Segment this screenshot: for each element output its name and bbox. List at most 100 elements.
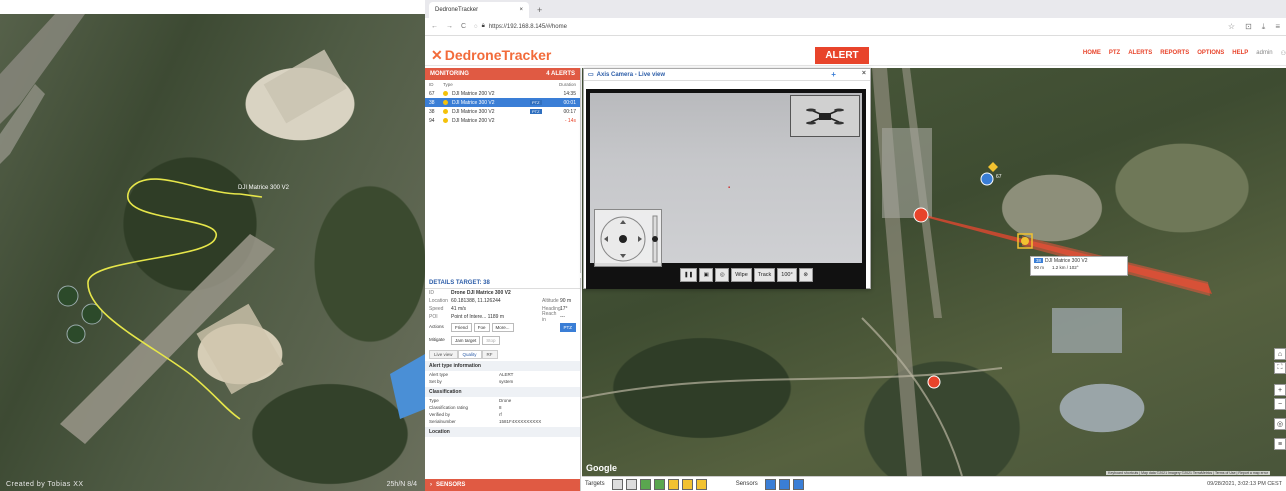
foe-button[interactable]: Foe <box>473 323 490 332</box>
target-row[interactable]: 67 DJI Matrice 200 V2 14:35 <box>425 89 580 98</box>
extensions-icon[interactable]: ⊡ <box>1245 22 1252 32</box>
ptz-button[interactable]: PTZ <box>559 323 576 332</box>
back-icon[interactable]: ← <box>431 23 438 30</box>
info-row: Classification rating 8 <box>425 404 580 411</box>
target-row-selected[interactable]: 38 DJI Matrice 300 V2 PTZ 00:01 <box>425 98 580 107</box>
poi-value: Point of Intere... 1189 m <box>451 314 504 320</box>
ptz-badge: PTZ <box>530 100 542 105</box>
zoom-out-button[interactable]: − <box>1274 398 1286 410</box>
menu-icon[interactable]: ≡ <box>1275 22 1280 32</box>
target-row[interactable]: 38 DJI Matrice 300 V2 PTZ 00:17 <box>425 107 580 116</box>
mitigate-label: Mitigate <box>429 337 445 342</box>
speed-value: 41 m/s <box>451 306 467 312</box>
target-id: 67 <box>429 90 435 97</box>
target-filter-toggle[interactable] <box>611 478 623 490</box>
reload-icon[interactable]: C <box>461 23 466 30</box>
browser-window: DedroneTracker × + ← → C ◌ 🔒︎ https://19… <box>425 0 1286 491</box>
info-key: Alert type <box>429 372 449 377</box>
nav-options[interactable]: OPTIONS <box>1197 50 1224 57</box>
ptz-joystick[interactable] <box>594 209 662 267</box>
info-key: Set by <box>429 379 442 384</box>
monitoring-panel: MONITORING 4 ALERTS ID Type Duration 67 … <box>425 68 581 273</box>
map-attribution[interactable]: Keyboard shortcuts | Map data ©2021 Imag… <box>1106 471 1270 475</box>
target-filter-toggle[interactable] <box>695 478 707 490</box>
settings-button[interactable]: ⊗ <box>798 268 813 282</box>
close-icon[interactable]: × <box>862 70 866 79</box>
nav-home[interactable]: HOME <box>1083 50 1101 57</box>
layers-icon[interactable]: ≡ <box>1274 438 1286 450</box>
target-type: DJI Matrice 200 V2 <box>452 117 495 124</box>
aerial-photo: DJI Matrice 300 V2 Created by Tobias XX … <box>0 14 425 491</box>
fov-button[interactable]: 100° <box>777 268 797 282</box>
info-row: Alert type ALERT <box>425 371 580 378</box>
target-type: DJI Matrice 300 V2 <box>452 108 495 115</box>
target-filter-toggle[interactable] <box>653 478 665 490</box>
alert-section-title: Alert type information <box>425 361 580 371</box>
sensor-filter-toggle[interactable] <box>778 478 790 490</box>
browser-tab[interactable]: DedroneTracker × <box>429 2 529 18</box>
drone-tooltip[interactable]: 38 DJI Matrice 300 V2 90 m 1.2 km / 102° <box>1030 256 1128 276</box>
new-tab-button[interactable]: + <box>537 2 542 18</box>
fullscreen-icon[interactable]: ⛶ <box>1274 362 1286 374</box>
more-button[interactable]: More... <box>491 323 514 332</box>
add-icon[interactable]: + <box>831 70 836 79</box>
aerial-credit: 25h/N 8/4 <box>386 481 417 488</box>
zoom-in-button[interactable]: + <box>1274 384 1286 396</box>
target-filter-toggle[interactable] <box>625 478 637 490</box>
sensors-panel-header[interactable]: › SENSORS <box>425 479 580 491</box>
home-icon[interactable]: ⌂ <box>1274 348 1286 360</box>
track-button[interactable]: Track <box>753 268 776 282</box>
url-bar: ← → C ◌ 🔒︎ https://192.168.8.145/#/home … <box>425 18 1286 36</box>
app-logo[interactable]: ✕ DedroneTracker <box>431 47 551 64</box>
screenshot-root: DJI Matrice 300 V2 Created by Tobias XX … <box>0 0 1286 491</box>
locate-icon[interactable]: ◎ <box>1274 418 1286 430</box>
col-id[interactable]: ID <box>429 82 443 87</box>
sensor-filter-toggle[interactable] <box>792 478 804 490</box>
address-field[interactable]: ◌ 🔒︎ https://192.168.8.145/#/home <box>474 21 994 33</box>
nav-alerts[interactable]: ALERTS <box>1128 50 1152 57</box>
alert-button[interactable]: ALERT <box>815 47 869 64</box>
friend-button[interactable]: Friend <box>451 323 472 332</box>
star-icon[interactable]: ☆ <box>1228 22 1235 32</box>
col-duration[interactable]: Duration <box>559 82 576 87</box>
monitoring-header[interactable]: MONITORING 4 ALERTS <box>425 68 580 80</box>
nav-reports[interactable]: REPORTS <box>1160 50 1189 57</box>
user-icon[interactable]: ⚇ <box>1281 50 1286 57</box>
target-filter-toggle[interactable] <box>639 478 651 490</box>
target-id: 38 <box>429 99 435 106</box>
target-filter-toggle[interactable] <box>667 478 679 490</box>
tooltip-altitude: 90 m <box>1034 265 1045 270</box>
info-value: 8 <box>499 405 502 410</box>
classification-section-title: Classification <box>425 387 580 397</box>
sensor-filter-toggle[interactable] <box>764 478 776 490</box>
nav-help[interactable]: HELP <box>1232 50 1248 57</box>
camera-video[interactable]: ▪ <box>590 93 862 267</box>
chevron-right-icon: › <box>430 482 432 488</box>
user-menu[interactable]: admin <box>1256 50 1272 57</box>
pause-button[interactable]: ❚❚ <box>680 268 698 282</box>
location-section-title: Location <box>425 427 580 437</box>
info-key: Verified by <box>429 412 451 417</box>
col-type[interactable]: Type <box>443 82 533 87</box>
target-type: DJI Matrice 300 V2 <box>452 99 495 106</box>
snapshot-button[interactable]: ▣ <box>699 268 714 282</box>
tab-rf[interactable]: RF <box>481 350 498 359</box>
info-value: Drone <box>499 398 512 403</box>
nav-ptz[interactable]: PTZ <box>1109 50 1120 57</box>
download-icon[interactable]: ⤓ <box>1262 22 1266 32</box>
details-subtabs: Live view Quality RF <box>429 350 576 359</box>
target-row[interactable]: 94 DJI Matrice 200 V2 - 14s <box>425 116 580 125</box>
close-icon[interactable]: × <box>519 7 523 13</box>
target-filter-toggle[interactable] <box>681 478 693 490</box>
bottom-status-bar: Targets Sensors 09/28/2021, 3:02:13 PM C… <box>582 476 1286 491</box>
stop-button[interactable]: Stop <box>482 336 500 345</box>
wipe-button[interactable]: Wipe <box>731 268 752 282</box>
record-button[interactable]: ◎ <box>715 268 730 282</box>
drone-status-icon <box>443 100 448 105</box>
tab-live-view[interactable]: Live view <box>429 350 458 359</box>
jam-target-button[interactable]: Jam target <box>451 336 481 345</box>
logo-text: DedroneTracker <box>444 47 552 63</box>
forward-icon[interactable]: → <box>446 23 453 30</box>
info-value: system <box>499 379 514 384</box>
tab-quality[interactable]: Quality <box>457 350 482 359</box>
